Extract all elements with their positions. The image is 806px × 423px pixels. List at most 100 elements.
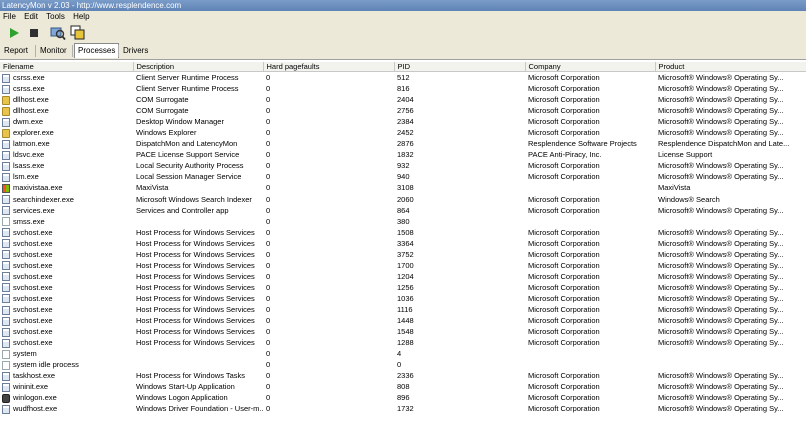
menu-file[interactable]: File: [0, 11, 19, 23]
column-header-description[interactable]: Description: [133, 62, 264, 72]
table-row[interactable]: csrss.exe Client Server Runtime Process 0 8…: [0, 83, 806, 94]
tab-report[interactable]: Report: [1, 44, 31, 57]
filename-text: system: [13, 349, 37, 359]
cell-company: Microsoft Corporation: [528, 249, 600, 259]
cell-hard-pagefaults: 0: [266, 404, 271, 414]
table-row[interactable]: system 0 4: [0, 348, 806, 359]
window-title: LatencyMon v 2.03 - http://www.resplende…: [0, 0, 806, 11]
cell-pid: 2404: [397, 95, 414, 105]
column-header-product[interactable]: Product: [655, 62, 806, 72]
cell-description: Microsoft Windows Search Indexer: [136, 194, 252, 204]
tab-processes[interactable]: Processes: [74, 43, 120, 58]
cell-product: Microsoft® Windows® Operating Sy...: [658, 95, 784, 105]
table-row[interactable]: svchost.exe Host Process for Windows Serv…: [0, 271, 806, 282]
cell-description: Host Process for Windows Services: [136, 293, 255, 303]
cell-product: Microsoft® Windows® Operating Sy...: [658, 293, 784, 303]
cell-company: Microsoft Corporation: [528, 194, 600, 204]
filename-text: lsm.exe: [13, 172, 39, 182]
cell-company: [525, 359, 655, 370]
column-header-filename[interactable]: Filename: [0, 62, 134, 72]
table-row[interactable]: svchost.exe Host Process for Windows Serv…: [0, 227, 806, 238]
table-row[interactable]: system idle process 0 0: [0, 359, 806, 370]
table-row[interactable]: lsass.exe Local Security Authority Proces…: [0, 160, 806, 171]
file-exe-icon: [2, 261, 10, 271]
tab-drivers[interactable]: Drivers: [120, 44, 151, 57]
table-row[interactable]: svchost.exe Host Process for Windows Serv…: [0, 260, 806, 271]
cell-company: Microsoft Corporation: [528, 293, 600, 303]
cell-company: Microsoft Corporation: [528, 117, 600, 127]
table-row[interactable]: svchost.exe Host Process for Windows Serv…: [0, 282, 806, 293]
table-row[interactable]: dllhost.exe COM Surrogate 0 2404 Microsoft C…: [0, 94, 806, 105]
table-row[interactable]: csrss.exe Client Server Runtime Process 0 5…: [0, 72, 806, 84]
table-row[interactable]: svchost.exe Host Process for Windows Serv…: [0, 315, 806, 326]
cell-filename: dwm.exe: [0, 116, 133, 127]
file-exe-icon: [2, 316, 10, 326]
table-row[interactable]: svchost.exe Host Process for Windows Serv…: [0, 293, 806, 304]
table-row[interactable]: lsm.exe Local Session Manager Service 0 940…: [0, 171, 806, 182]
cell-pid: 380: [397, 216, 410, 226]
table-row[interactable]: searchindexer.exe Microsoft Windows Searc…: [0, 194, 806, 205]
filename-text: taskhost.exe: [13, 371, 56, 381]
table-row[interactable]: svchost.exe Host Process for Windows Serv…: [0, 238, 806, 249]
table-row[interactable]: svchost.exe Host Process for Windows Serv…: [0, 326, 806, 337]
windows-button[interactable]: [70, 25, 86, 41]
play-button[interactable]: [6, 25, 22, 41]
cell-product: Microsoft® Windows® Operating Sy...: [658, 382, 784, 392]
table-row[interactable]: dllhost.exe COM Surrogate 0 2756 Microsoft C…: [0, 105, 806, 116]
tab-separator: [118, 45, 119, 57]
cell-company: [525, 216, 655, 227]
table-row[interactable]: svchost.exe Host Process for Windows Serv…: [0, 304, 806, 315]
cell-description: Client Server Runtime Process: [136, 84, 239, 94]
cell-hard-pagefaults: 0: [266, 238, 271, 248]
table-row[interactable]: svchost.exe Host Process for Windows Serv…: [0, 337, 806, 348]
filename-text: winlogon.exe: [13, 393, 57, 403]
file-exe-icon: [2, 338, 10, 348]
column-header-hard-pagefaults[interactable]: Hard pagefaults: [263, 62, 395, 72]
cell-hard-pagefaults: 0: [266, 205, 271, 215]
table-row[interactable]: ldsvc.exe PACE License Support Service 0 18…: [0, 149, 806, 160]
filename-text: svchost.exe: [13, 271, 53, 281]
cell-pid: 1288: [397, 338, 414, 348]
filename-text: lsass.exe: [13, 161, 45, 171]
cell-hard-pagefaults: 0: [266, 305, 271, 314]
filename-text: svchost.exe: [13, 327, 53, 337]
cell-company: Resplendence Software Projects: [528, 139, 637, 149]
table-row[interactable]: services.exe Services and Controller app 0…: [0, 205, 806, 216]
cell-pid: 2452: [397, 128, 414, 138]
table-row[interactable]: wudfhost.exe Windows Driver Foundation - …: [0, 403, 806, 414]
table-row[interactable]: maxivistaa.exe MaxiVista 0 3108 MaxiVista: [0, 182, 806, 193]
file-exe-icon: [2, 150, 10, 160]
table-row[interactable]: latmon.exe DispatchMon and LatencyMon 0 287…: [0, 138, 806, 149]
cell-hard-pagefaults: 0: [266, 260, 271, 270]
menu-edit[interactable]: Edit: [21, 11, 41, 23]
table-row[interactable]: dwm.exe Desktop Window Manager 0 2384 Micros…: [0, 116, 806, 127]
table-row[interactable]: taskhost.exe Host Process for Windows Tas…: [0, 370, 806, 381]
table-row[interactable]: winlogon.exe Windows Logon Application 0 89…: [0, 392, 806, 403]
table-row[interactable]: smss.exe 0 380: [0, 216, 806, 227]
cell-pid: 1448: [397, 316, 414, 326]
table-row[interactable]: explorer.exe Windows Explorer 0 2452 Microso…: [0, 127, 806, 138]
cell-filename: svchost.exe: [0, 282, 133, 293]
cell-filename: svchost.exe: [0, 337, 133, 348]
cell-description: DispatchMon and LatencyMon: [136, 139, 238, 149]
cell-company: Microsoft Corporation: [528, 161, 600, 171]
cell-hard-pagefaults: 0: [266, 327, 271, 337]
stop-button[interactable]: [26, 25, 42, 41]
cell-hard-pagefaults: 0: [266, 95, 271, 105]
cell-product: Microsoft® Windows® Operating Sy...: [658, 227, 784, 237]
cell-filename: services.exe: [0, 205, 133, 216]
filename-text: svchost.exe: [13, 293, 53, 303]
cell-filename: svchost.exe: [0, 271, 133, 282]
column-header-company[interactable]: Company: [525, 62, 656, 72]
menu-help[interactable]: Help: [70, 11, 92, 23]
column-header-pid[interactable]: PID: [394, 62, 526, 72]
tab-monitor[interactable]: Monitor: [37, 44, 70, 57]
filename-text: svchost.exe: [13, 316, 53, 326]
cpu-search-button[interactable]: [50, 25, 66, 41]
table-row[interactable]: wininit.exe Windows Start-Up Application 0…: [0, 381, 806, 392]
menu-tools[interactable]: Tools: [43, 11, 68, 23]
cell-product: Microsoft® Windows® Operating Sy...: [658, 338, 784, 348]
table-row[interactable]: svchost.exe Host Process for Windows Serv…: [0, 249, 806, 260]
filename-text: explorer.exe: [13, 128, 54, 138]
cell-pid: 1700: [397, 260, 414, 270]
